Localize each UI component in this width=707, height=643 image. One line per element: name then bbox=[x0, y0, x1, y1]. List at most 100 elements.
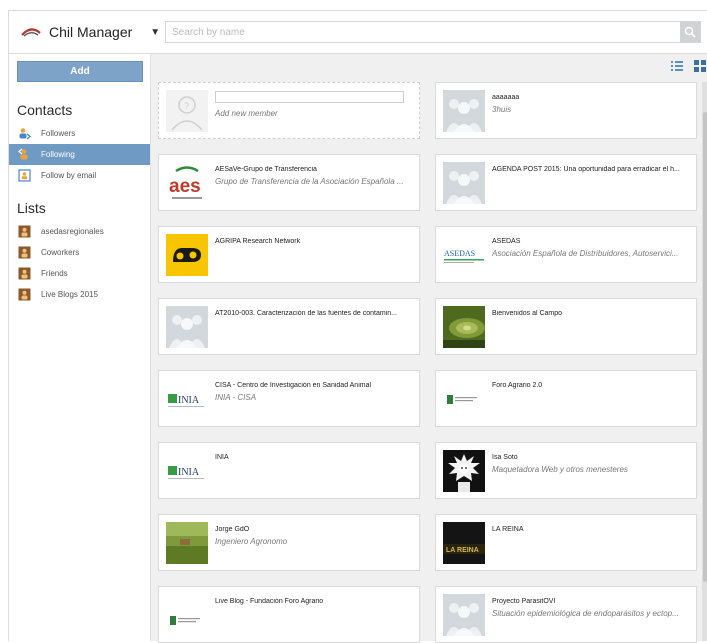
contact-subtitle: Grupo de Transferencia de la Asociación … bbox=[215, 177, 404, 186]
sidebar-item-live-blogs-2015[interactable]: Live Blogs 2015 bbox=[9, 284, 150, 305]
caret-down-icon[interactable]: ▼ bbox=[150, 27, 160, 38]
contact-card-jorge-gdo[interactable]: Jorge GdO Ingeniero Agronomo bbox=[158, 514, 420, 571]
sidebar-item-label: Follow by email bbox=[41, 171, 97, 180]
contact-name: AT2010-003. Caracterización de las fuent… bbox=[215, 310, 397, 317]
contact-subtitle: INIA - CISA bbox=[215, 393, 257, 402]
group-placeholder-icon bbox=[443, 162, 485, 204]
sidebar-item-label: Followers bbox=[41, 129, 76, 138]
view-toggle bbox=[670, 59, 707, 73]
contact-name: Bienvenidos al Campo bbox=[492, 310, 563, 317]
contact-card-isa-soto[interactable]: Isa Soto Maquetadora Web y otros meneste… bbox=[435, 442, 697, 499]
app-switcher[interactable]: Chil Manager ▼ bbox=[21, 21, 160, 43]
following-icon bbox=[18, 148, 31, 161]
list-view-icon[interactable] bbox=[670, 59, 684, 73]
new-member-name-input[interactable] bbox=[215, 91, 404, 103]
svg-text:?: ? bbox=[184, 101, 189, 111]
avatar-illustration-icon bbox=[443, 450, 485, 492]
aes-logo-text: aes bbox=[169, 176, 201, 197]
sidebar-item-label: Friends bbox=[41, 269, 68, 278]
contacts-grid-area: ? Add new member aaaaaaa 3huis aes AESaV… bbox=[151, 54, 707, 643]
chil-logo-icon bbox=[21, 28, 41, 37]
list-icon bbox=[18, 288, 31, 301]
contact-subtitle: Asociación Española de Distribuidores, A… bbox=[492, 249, 679, 258]
follow-by-email-icon bbox=[18, 169, 31, 182]
sidebar-item-label: Following bbox=[41, 150, 75, 159]
sidebar-item-follow-by-email[interactable]: Follow by email bbox=[9, 165, 150, 186]
add-button[interactable]: Add bbox=[17, 61, 143, 82]
search-icon bbox=[684, 26, 696, 38]
farm-photo-icon bbox=[166, 522, 208, 564]
inia-logo-icon: INIA bbox=[166, 450, 208, 492]
chil-manager-app: Chil Manager ▼ Add Contacts Followers bbox=[8, 10, 707, 643]
contact-card-agripa-research-network[interactable]: AGRIPA Research Network bbox=[158, 226, 420, 283]
contact-card-agenda-post-2015[interactable]: AGENDA POST 2015: Una oportunidad para e… bbox=[435, 154, 697, 211]
contact-name: INIA bbox=[215, 454, 229, 461]
la-reina-logo-icon: LA REINA bbox=[443, 522, 485, 564]
sidebar-item-label: asedasregionales bbox=[41, 227, 104, 236]
group-placeholder-icon bbox=[443, 90, 485, 132]
contact-name: CISA - Centro de Investigación en Sanida… bbox=[215, 382, 372, 389]
contact-card-at2010-003[interactable]: AT2010-003. Caracterización de las fuent… bbox=[158, 298, 420, 355]
grid-view-icon[interactable] bbox=[693, 59, 707, 73]
contact-name: AGENDA POST 2015: Una oportunidad para e… bbox=[492, 166, 680, 173]
sidebar-item-friends[interactable]: Friends bbox=[9, 263, 150, 284]
top-bar: Chil Manager ▼ bbox=[9, 11, 707, 54]
contact-subtitle: Maquetadora Web y otros menesteres bbox=[492, 465, 628, 474]
contact-name: AESaVe-Grupo de Transferencia bbox=[215, 166, 317, 173]
field-photo-icon bbox=[443, 306, 485, 348]
grid-scrollbar[interactable] bbox=[702, 82, 707, 641]
contact-name: Live Blog - Fundación Foro Agrario bbox=[215, 598, 324, 605]
inia-logo-text: INIA bbox=[178, 395, 200, 406]
contact-name: LA REINA bbox=[492, 526, 524, 533]
la-reina-logo-text: LA REINA bbox=[446, 547, 479, 554]
add-new-member-label: Add new member bbox=[215, 109, 278, 118]
add-new-member-card[interactable]: ? Add new member bbox=[158, 82, 420, 139]
followers-icon bbox=[18, 127, 31, 140]
asedas-logo-text: ASEDAS bbox=[444, 249, 475, 258]
contact-card-live-blog-foro-agrario[interactable]: Live Blog - Fundación Foro Agrario bbox=[158, 586, 420, 643]
group-placeholder-icon bbox=[166, 306, 208, 348]
list-icon bbox=[18, 246, 31, 259]
lists-heading: Lists bbox=[17, 200, 46, 216]
unknown-person-icon: ? bbox=[166, 90, 208, 132]
scrollbar-thumb[interactable] bbox=[703, 112, 707, 582]
app-title: Chil Manager bbox=[49, 24, 133, 40]
aes-logo-icon: aes bbox=[166, 162, 208, 204]
inia-logo-icon: INIA bbox=[166, 378, 208, 420]
sidebar-item-label: Coworkers bbox=[41, 248, 80, 257]
contact-card-la-reina[interactable]: LA REINA LA REINA bbox=[435, 514, 697, 571]
contact-card-aaaaaaa[interactable]: aaaaaaa 3huis bbox=[435, 82, 697, 139]
sidebar: Add Contacts Followers Following Follow … bbox=[9, 54, 151, 641]
foro-logo-icon bbox=[443, 378, 485, 420]
contact-card-cisa[interactable]: INIA CISA - Centro de Investigación en S… bbox=[158, 370, 420, 427]
sidebar-item-followers[interactable]: Followers bbox=[9, 123, 150, 144]
search-button[interactable] bbox=[680, 22, 700, 42]
search-input[interactable] bbox=[166, 22, 678, 43]
contact-name: Foro Agrario 2.0 bbox=[492, 382, 543, 389]
agripa-logo-icon bbox=[166, 234, 208, 276]
contact-name: Isa Soto bbox=[492, 454, 518, 461]
sidebar-item-following[interactable]: Following bbox=[9, 144, 150, 165]
list-icon bbox=[18, 225, 31, 238]
contact-card-foro-agrario[interactable]: Foro Agrario 2.0 bbox=[435, 370, 697, 427]
sidebar-item-label: Live Blogs 2015 bbox=[41, 290, 98, 299]
contact-name: aaaaaaa bbox=[492, 94, 520, 101]
contact-name: ASEDAS bbox=[492, 238, 521, 245]
search-box bbox=[165, 21, 701, 43]
contacts-heading: Contacts bbox=[17, 102, 73, 118]
sidebar-item-coworkers[interactable]: Coworkers bbox=[9, 242, 150, 263]
contact-card-asedas[interactable]: ASEDAS ASEDAS Asociación Española de Dis… bbox=[435, 226, 697, 283]
contact-name: Jorge GdO bbox=[215, 526, 250, 533]
list-icon bbox=[18, 267, 31, 280]
group-placeholder-icon bbox=[443, 594, 485, 636]
contact-card-aesave[interactable]: aes AESaVe-Grupo de Transferencia Grupo … bbox=[158, 154, 420, 211]
contact-card-proyecto-parasitovi[interactable]: Proyecto ParasitOVI Situación epidemioló… bbox=[435, 586, 697, 643]
sidebar-item-asedasregionales[interactable]: asedasregionales bbox=[9, 221, 150, 242]
contact-subtitle: Situación epidemiológica de endoparásito… bbox=[492, 609, 679, 618]
contact-name: Proyecto ParasitOVI bbox=[492, 598, 556, 605]
contact-card-inia[interactable]: INIA INIA bbox=[158, 442, 420, 499]
contact-name: AGRIPA Research Network bbox=[215, 238, 301, 245]
contact-subtitle: Ingeniero Agronomo bbox=[215, 537, 288, 546]
contact-card-bienvenidos-al-campo[interactable]: Bienvenidos al Campo bbox=[435, 298, 697, 355]
inia-logo-text: INIA bbox=[178, 467, 200, 478]
